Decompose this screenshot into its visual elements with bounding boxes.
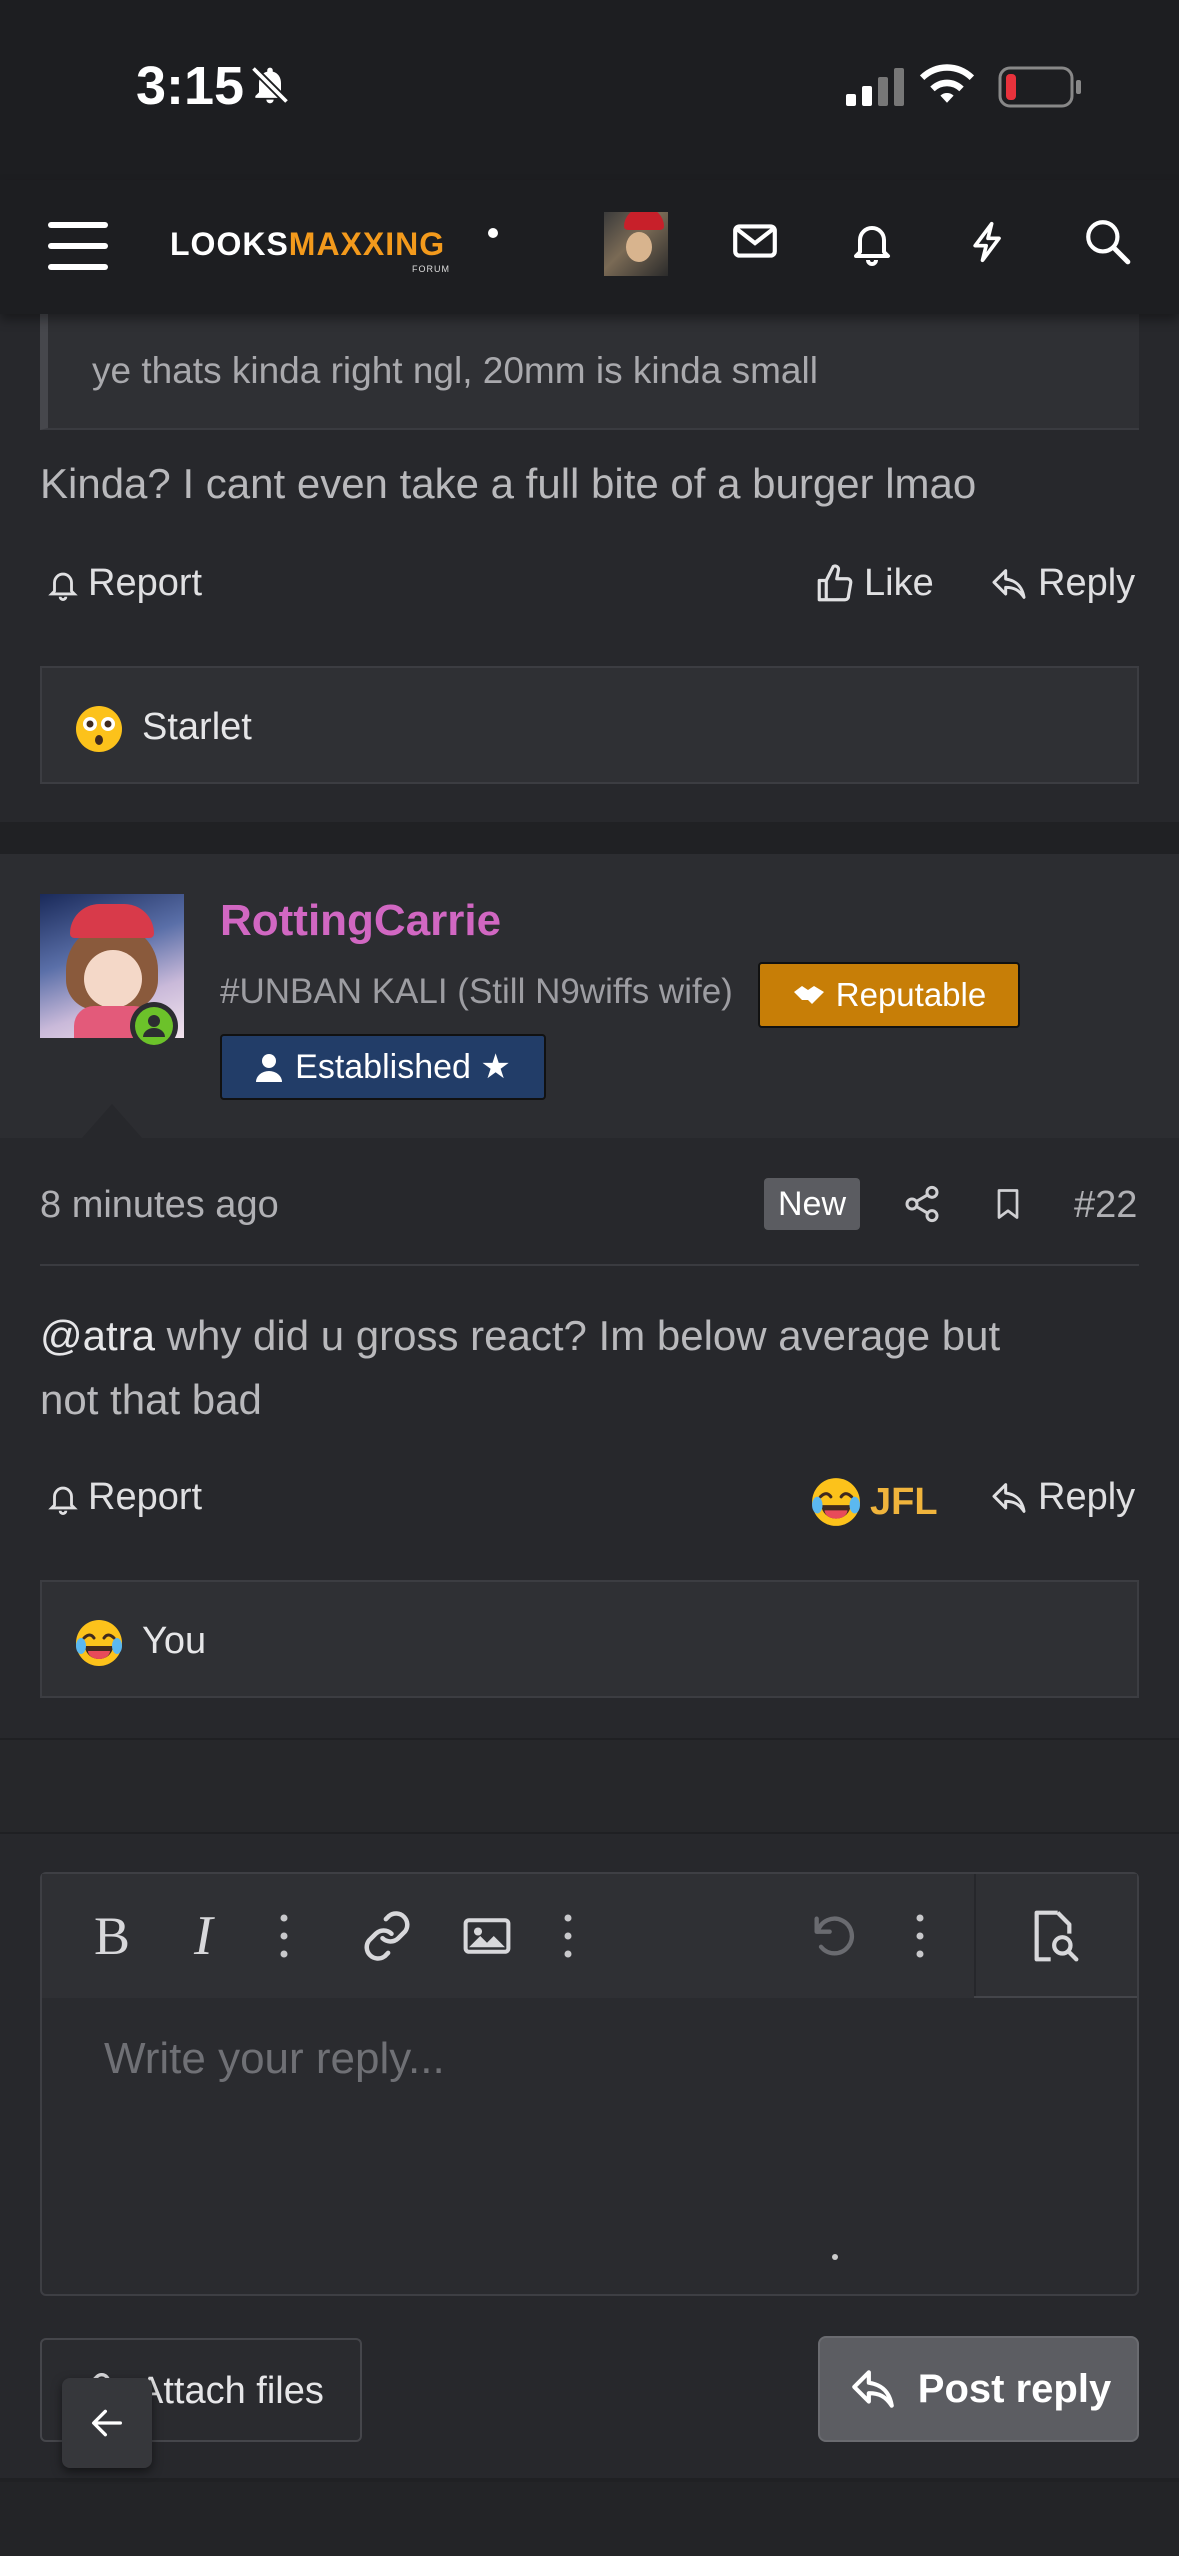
reactions-bar[interactable]: You [40, 1580, 1139, 1698]
reply-icon [851, 2370, 894, 2408]
quote-text: ye thats kinda right ngl, 20mm is kinda … [92, 350, 818, 391]
post-body: @atra why did u gross react? Im below av… [40, 1304, 1000, 1432]
laughing-emoji-icon [76, 1620, 122, 1666]
reply-input[interactable]: Write your reply... [104, 2034, 445, 2084]
image-icon[interactable] [460, 1908, 514, 1964]
reply-button[interactable]: Reply [988, 562, 1135, 605]
bell-slash-icon [250, 65, 290, 105]
post-body-line1: why did u gross react? Im below average … [155, 1312, 1001, 1359]
svg-text:B: B [94, 1908, 130, 1964]
meta-divider [40, 1264, 1139, 1266]
more-vertical-icon[interactable] [276, 1908, 292, 1964]
post-reply-button[interactable]: Post reply [818, 2336, 1139, 2442]
report-label: Report [88, 562, 203, 604]
signal-icon [846, 68, 904, 106]
user-icon [256, 1054, 283, 1082]
reply-icon [992, 568, 1026, 599]
battery-icon [998, 66, 1081, 108]
logo-part-looks: LOOKS [170, 226, 289, 262]
search-icon[interactable] [1082, 216, 1132, 266]
post-separator [0, 822, 1179, 854]
report-button[interactable]: Report [46, 562, 202, 605]
undo-icon[interactable] [808, 1908, 860, 1964]
svg-text:I: I [193, 1908, 215, 1964]
preview-underline [974, 1996, 1137, 1998]
bold-icon[interactable]: B [90, 1908, 134, 1964]
like-button[interactable]: Like [814, 562, 934, 605]
share-icon[interactable] [902, 1182, 942, 1226]
site-logo[interactable]: LOOKSMAXXING [170, 226, 445, 263]
user-avatar[interactable] [604, 212, 668, 276]
wifi-icon [920, 64, 974, 103]
lightning-icon[interactable] [966, 216, 1010, 268]
editor-toolbar: B I [42, 1874, 1137, 1998]
logo-subtitle: FORUM [412, 264, 450, 274]
logo-part-maxxing: MAXXING [288, 226, 446, 262]
italic-icon[interactable]: I [190, 1908, 230, 1964]
post-body-line2: not that bad [40, 1376, 262, 1423]
like-label: Like [864, 562, 934, 604]
author-title: #UNBAN KALI (Still N9wiffs wife) [220, 972, 733, 1011]
reaction-user[interactable]: You [142, 1620, 206, 1663]
handshake-icon [793, 986, 824, 1004]
menu-icon[interactable] [48, 220, 108, 272]
thumbs-up-icon [817, 563, 853, 601]
status-bar: 3:15 [0, 0, 1179, 180]
laughing-emoji-icon [812, 1478, 860, 1526]
jfl-reaction-button[interactable]: JFL [810, 1476, 938, 1528]
new-badge: New [764, 1178, 860, 1230]
reaction-user[interactable]: Starlet [142, 706, 252, 749]
arrow-left-icon [92, 2409, 123, 2437]
quote-block: ye thats kinda right ngl, 20mm is kinda … [40, 314, 1139, 430]
link-icon[interactable] [360, 1908, 414, 1964]
established-label: Established ★ [295, 1048, 511, 1086]
post-number[interactable]: #22 [1074, 1184, 1137, 1227]
attach-files-label: Attach files [138, 2370, 324, 2412]
bell-icon [48, 572, 78, 601]
toolbar-divider [974, 1874, 976, 1998]
reply-editor[interactable]: B I Write your reply... [40, 1872, 1139, 2296]
author-username[interactable]: RottingCarrie [220, 896, 501, 946]
post-separator [0, 1738, 1179, 1834]
status-time: 3:15 [136, 56, 245, 116]
flushed-emoji-icon [76, 706, 122, 752]
online-status-icon [130, 1002, 178, 1050]
post-time[interactable]: 8 minutes ago [40, 1184, 279, 1227]
user-mention[interactable]: @atra [40, 1312, 155, 1359]
top-navbar: LOOKSMAXXING FORUM [0, 180, 1179, 314]
reply-label: Reply [1038, 1476, 1136, 1518]
jfl-label: JFL [870, 1480, 938, 1523]
bell-icon[interactable] [848, 216, 896, 268]
post-author-header: RottingCarrie #UNBAN KALI (Still N9wiffs… [0, 854, 1179, 1138]
header-pointer [82, 1104, 142, 1138]
post-body: Kinda? I cant even take a full bite of a… [40, 460, 977, 507]
report-label: Report [88, 1476, 203, 1518]
bookmark-icon[interactable] [990, 1182, 1026, 1226]
reputable-label: Reputable [835, 976, 987, 1013]
reputable-badge: Reputable [758, 962, 1020, 1028]
bell-icon [48, 1486, 78, 1515]
reply-label: Reply [1038, 562, 1136, 604]
bottom-area [0, 2482, 1179, 2556]
cursor-dot [832, 2254, 838, 2260]
post-meta: 8 minutes ago New #22 [40, 1178, 1139, 1232]
nav-dot [488, 228, 498, 238]
reply-button[interactable]: Reply [988, 1476, 1135, 1519]
report-button[interactable]: Report [46, 1476, 202, 1519]
post-actions: Report Like Reply [40, 562, 1139, 622]
more-vertical-icon[interactable] [912, 1908, 928, 1964]
back-button[interactable] [62, 2378, 152, 2468]
reactions-bar[interactable]: Starlet [40, 666, 1139, 784]
preview-icon[interactable] [1024, 1908, 1082, 1964]
reply-icon [992, 1482, 1026, 1513]
mail-icon[interactable] [730, 216, 780, 266]
established-badge: Established ★ [220, 1034, 546, 1100]
more-vertical-icon[interactable] [560, 1908, 576, 1964]
post-reply-label: Post reply [917, 2366, 1112, 2411]
post-actions: Report JFL Reply [40, 1476, 1139, 1536]
